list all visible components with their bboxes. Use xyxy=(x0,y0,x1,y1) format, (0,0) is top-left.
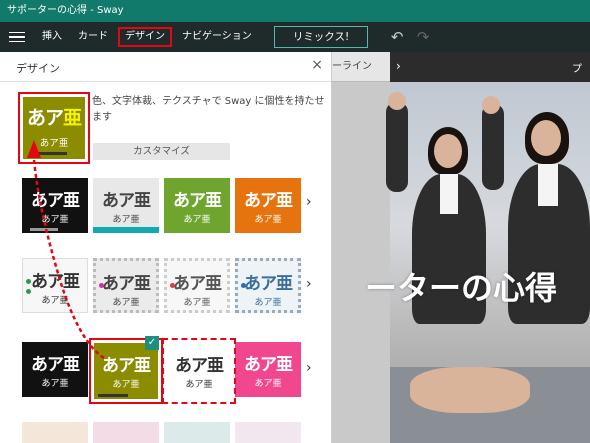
style-option[interactable]: あア亜 あア亜 xyxy=(235,342,301,397)
window-title: サポーターの心得 - Sway xyxy=(7,5,124,16)
design-panel-header: デザイン × xyxy=(0,52,331,82)
hamburger-menu-icon[interactable] xyxy=(0,22,34,52)
style-option[interactable]: あア亜 あア亜 xyxy=(22,178,88,233)
more-styles-arrow[interactable]: › xyxy=(306,276,312,292)
current-style-thumbnail[interactable]: あア亜 あア亜 xyxy=(18,92,90,164)
style-option[interactable]: あア亜 あア亜 xyxy=(164,258,230,313)
checkmark-icon: ✓ xyxy=(145,336,159,350)
preview-header-label: プ xyxy=(572,64,582,75)
style-option[interactable]: あア亜 あア亜 xyxy=(93,178,159,233)
sway-window: サポーターの心得 - Sway 挿入 カード デザイン ナビゲーション リミック… xyxy=(0,0,590,443)
style-option[interactable]: あア亜 あア亜 xyxy=(235,258,301,313)
design-panel-title: デザイン xyxy=(16,62,60,75)
storyline-label: ーライン xyxy=(332,61,372,72)
more-styles-arrow[interactable]: › xyxy=(306,360,312,376)
chevron-right-icon[interactable]: › xyxy=(396,59,401,73)
tab-cards[interactable]: カード xyxy=(70,22,116,52)
style-option[interactable]: あア亜 あア亜 xyxy=(93,258,159,313)
design-description: 色、文字体裁、テクスチャで Sway に個性を持たせます xyxy=(92,96,325,123)
style-option[interactable] xyxy=(22,422,88,443)
tab-navigation[interactable]: ナビゲーション xyxy=(174,22,260,52)
design-panel: デザイン × あア亜 あア亜 色、文字体裁、テクスチャで Sway に個性を持た… xyxy=(0,52,332,443)
preview-header: › プ xyxy=(390,52,590,82)
tab-insert[interactable]: 挿入 xyxy=(34,22,70,52)
style-option[interactable] xyxy=(164,422,230,443)
undo-icon[interactable]: ↶ xyxy=(384,28,410,46)
tab-design[interactable]: デザイン xyxy=(116,25,174,49)
style-option[interactable]: あア亜 あア亜 xyxy=(22,258,88,313)
current-style-subsample: あア亜 xyxy=(39,138,69,149)
style-option[interactable]: あア亜 あア亜 xyxy=(235,178,301,233)
storyline-area xyxy=(330,52,390,443)
title-bar: サポーターの心得 - Sway xyxy=(0,0,590,22)
style-option[interactable] xyxy=(235,422,301,443)
storyline-header: ーライン xyxy=(330,52,390,82)
style-option[interactable]: あア亜 あア亜 xyxy=(164,178,230,233)
close-icon[interactable]: × xyxy=(311,57,323,73)
style-option[interactable] xyxy=(93,422,159,443)
toolbar: 挿入 カード デザイン ナビゲーション リミックス! ↶ ↷ xyxy=(0,22,590,52)
style-option[interactable]: あア亜 あア亜 xyxy=(22,342,88,397)
redo-icon[interactable]: ↷ xyxy=(410,28,436,46)
more-styles-arrow[interactable]: › xyxy=(306,194,312,210)
customize-button[interactable]: カスタマイズ xyxy=(93,143,230,160)
dashed-highlight xyxy=(162,338,236,404)
preview-title: ーターの心得 xyxy=(365,269,558,307)
remix-button[interactable]: リミックス! xyxy=(273,26,369,48)
current-style-sample: あア亜 xyxy=(26,107,82,129)
